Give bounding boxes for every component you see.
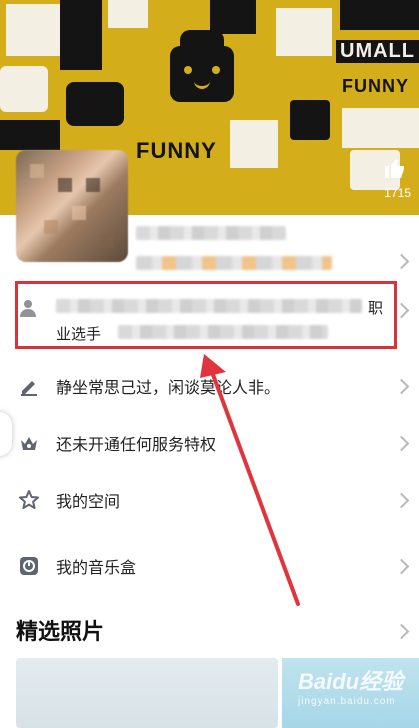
music-box-row[interactable]: 我的音乐盒 — [0, 538, 419, 594]
cover-pattern-tile — [60, 0, 102, 70]
music-box-label: 我的音乐盒 — [56, 558, 137, 577]
cover-pattern-tile — [210, 0, 256, 34]
cover-pattern-tile — [342, 108, 419, 148]
chevron-right-icon — [393, 378, 410, 394]
privilege-label: 还未开通任何服务特权 — [56, 435, 217, 454]
cover-pattern-tile — [108, 0, 148, 28]
cover-pattern-tile — [0, 66, 48, 112]
chevron-right-icon — [393, 558, 410, 574]
my-space-row[interactable]: 我的空间 — [0, 472, 419, 528]
privilege-row[interactable]: 还未开通任何服务特权 — [0, 415, 419, 471]
like-count: 1715 — [384, 186, 411, 200]
chevron-right-icon — [393, 492, 410, 508]
cover-word: FUNNY — [136, 138, 217, 163]
cover-pattern-tile — [6, 4, 62, 56]
cover-pattern-tile — [230, 120, 278, 168]
gift-mascot-icon — [170, 46, 234, 102]
chevron-right-icon — [393, 253, 410, 270]
featured-photos-title: 精选照片 — [16, 620, 105, 645]
avatar[interactable] — [16, 150, 128, 262]
pen-icon — [18, 375, 40, 397]
cover-pattern-tile — [66, 82, 124, 126]
nickname-blurred — [136, 226, 286, 240]
my-space-label: 我的空间 — [56, 492, 121, 511]
cover-pattern-tile — [290, 100, 330, 140]
signature-row[interactable]: 静坐常思己过，闲谈莫论人非。 — [0, 358, 419, 414]
star-icon — [18, 489, 40, 511]
cover-pattern-tile — [340, 0, 419, 30]
gift-bow-icon — [180, 30, 224, 48]
watermark-logo: Baidu经验 jingyan.baidu.com — [298, 664, 403, 707]
signature-label: 静坐常思己过，闲谈莫论人非。 — [56, 378, 281, 397]
cover-word: FUNNY — [342, 76, 409, 96]
chevron-right-icon[interactable] — [393, 623, 410, 640]
watermark-sub: jingyan.baidu.com — [298, 696, 396, 707]
floating-side-button[interactable] — [0, 412, 12, 456]
profile-tags-blurred — [136, 256, 332, 270]
like-icon[interactable] — [383, 156, 407, 180]
watermark-brand: Baidu经验 — [298, 669, 404, 694]
chevron-right-icon — [393, 435, 410, 451]
cover-pattern-tile — [0, 120, 60, 150]
featured-photo[interactable] — [16, 658, 278, 728]
crown-icon — [18, 432, 40, 454]
music-box-icon — [18, 555, 40, 577]
cover-pattern-tile — [276, 8, 332, 56]
cover-word: UMALL — [336, 40, 419, 63]
highlight-frame — [15, 281, 397, 349]
